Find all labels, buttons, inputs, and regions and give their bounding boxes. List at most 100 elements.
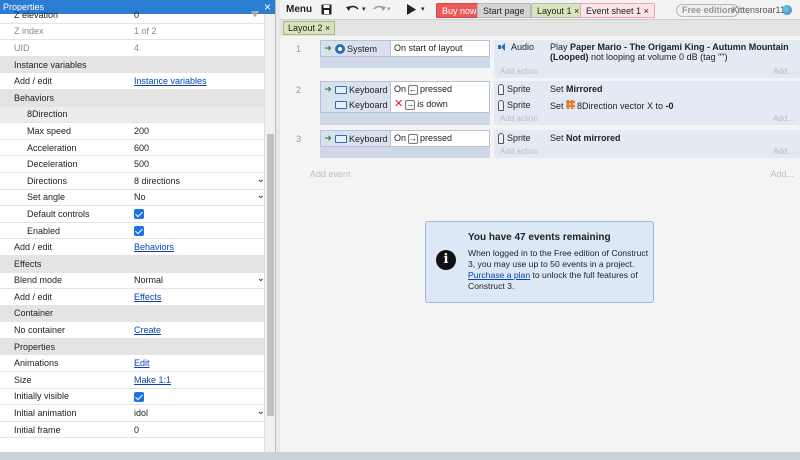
property-select[interactable]: No ⌄ bbox=[134, 190, 265, 202]
property-size[interactable]: Size Make 1:1 bbox=[0, 372, 265, 389]
action-row[interactable]: Audio Play Paper Mario - The Origami King… bbox=[494, 40, 800, 66]
property-value[interactable]: 4 bbox=[134, 43, 265, 53]
add-action-link[interactable]: Add action Add... bbox=[494, 113, 800, 125]
property-directions[interactable]: Directions 8 directions ⌄ bbox=[0, 173, 265, 190]
property-value[interactable]: 600 bbox=[134, 143, 265, 153]
tab-start-page[interactable]: Start page bbox=[477, 3, 531, 18]
property-select[interactable]: Normal ⌄ bbox=[134, 273, 265, 285]
property-checkbox[interactable] bbox=[134, 391, 144, 402]
play-dropdown-icon[interactable]: ▾ bbox=[421, 0, 425, 20]
property-value[interactable] bbox=[134, 391, 265, 402]
avatar[interactable] bbox=[782, 0, 792, 20]
action-row[interactable]: Sprite Set 8Direction vector X to -0 bbox=[494, 97, 800, 113]
add-event-link[interactable]: Add event bbox=[310, 169, 351, 179]
property-animations[interactable]: Animations Edit bbox=[0, 355, 265, 373]
property-deceleration[interactable]: Deceleration 500 bbox=[0, 156, 265, 173]
property-value[interactable]: Make 1:1 bbox=[134, 375, 265, 385]
property-value[interactable] bbox=[134, 209, 265, 220]
conditions[interactable]: ➜ Keyboard On → pressed bbox=[320, 130, 490, 147]
property-value[interactable]: 500 bbox=[134, 159, 265, 169]
section-instance-variables[interactable]: Instance variables bbox=[0, 11, 265, 74]
property-value[interactable]: 200 bbox=[134, 126, 265, 136]
add-action-link[interactable]: Add action Add... bbox=[494, 66, 800, 78]
property-select[interactable]: idol ⌄ bbox=[134, 406, 265, 418]
property-value[interactable]: 0 bbox=[134, 425, 265, 435]
actions[interactable]: Audio Play Paper Mario - The Origami King… bbox=[494, 40, 800, 78]
tab-event-sheet-1[interactable]: Event sheet 1 × bbox=[580, 3, 655, 18]
property-z-index[interactable]: Z index 1 of 2 bbox=[0, 24, 265, 41]
property-value[interactable] bbox=[134, 225, 265, 236]
property-add-edit[interactable]: Add / edit Behaviors bbox=[0, 239, 265, 256]
close-icon[interactable]: × bbox=[644, 6, 649, 16]
free-edition-badge[interactable]: Free edition bbox=[676, 4, 740, 17]
add-action-short[interactable]: Add... bbox=[773, 146, 794, 158]
property-value[interactable]: Behaviors bbox=[134, 242, 265, 252]
section-effects[interactable]: Effects bbox=[0, 11, 265, 273]
redo-dropdown-icon[interactable]: ▾ bbox=[387, 0, 391, 20]
property-default-controls[interactable]: Default controls bbox=[0, 206, 265, 223]
property-initial-animation[interactable]: Initial animation idol ⌄ bbox=[0, 405, 265, 422]
close-icon[interactable]: × bbox=[325, 23, 330, 33]
property-link[interactable]: Instance variables bbox=[134, 76, 207, 86]
undo-dropdown-icon[interactable]: ▾ bbox=[362, 0, 366, 20]
property-link[interactable]: Edit bbox=[134, 358, 150, 368]
section-behaviors[interactable]: Behaviors bbox=[0, 11, 265, 107]
add-event-short[interactable]: Add... bbox=[770, 169, 794, 179]
property-initially-visible[interactable]: Initially visible bbox=[0, 389, 265, 406]
add-action-link[interactable]: Add action Add... bbox=[494, 146, 800, 158]
section-8direction[interactable]: 8Direction bbox=[0, 11, 265, 124]
save-icon[interactable] bbox=[321, 0, 332, 20]
event-block[interactable]: 1 ➜ System On start of layout Audio Play Pape… bbox=[280, 40, 800, 78]
property-value[interactable]: Effects bbox=[134, 292, 265, 302]
section-container[interactable]: Container bbox=[0, 11, 265, 323]
property-enabled[interactable]: Enabled bbox=[0, 223, 265, 240]
add-action-short[interactable]: Add... bbox=[773, 66, 794, 78]
property-checkbox[interactable] bbox=[134, 225, 144, 236]
property-initial-frame[interactable]: Initial frame 0 bbox=[0, 422, 265, 439]
property-add-edit[interactable]: Add / edit Instance variables bbox=[0, 73, 265, 90]
property-set-angle[interactable]: Set angle No ⌄ bbox=[0, 190, 265, 207]
tab-layout-1[interactable]: Layout 1 × bbox=[531, 3, 586, 18]
section-properties[interactable]: Properties bbox=[0, 11, 265, 356]
property-link[interactable]: Effects bbox=[134, 292, 161, 302]
event-block[interactable]: 2 ➜ Keyboard On ← pressed Keyboard ✕ → is down Spr… bbox=[280, 81, 800, 125]
property-value[interactable]: Edit bbox=[134, 358, 265, 368]
purchase-plan-link[interactable]: Purchase a plan bbox=[468, 270, 530, 280]
property-blend-mode[interactable]: Blend mode Normal ⌄ bbox=[0, 273, 265, 290]
condition-row[interactable]: ➜ System On start of layout bbox=[321, 41, 489, 56]
property-max-speed[interactable]: Max speed 200 bbox=[0, 123, 265, 140]
property-checkbox[interactable] bbox=[134, 209, 144, 220]
tab-layout-2[interactable]: Layout 2 × bbox=[283, 21, 336, 35]
collapse-triangle-icon[interactable] bbox=[251, 11, 259, 17]
redo-icon[interactable] bbox=[372, 0, 386, 20]
action-row[interactable]: Sprite Set Not mirrored bbox=[494, 130, 800, 146]
property-value[interactable]: 1 of 2 bbox=[134, 26, 265, 36]
username[interactable]: Kittensroar11 bbox=[732, 0, 785, 20]
property-uid[interactable]: UID 4 bbox=[0, 40, 265, 57]
conditions[interactable]: ➜ System On start of layout bbox=[320, 40, 490, 57]
condition-row[interactable]: ➜ Keyboard On → pressed bbox=[321, 131, 489, 146]
property-value[interactable]: 0 bbox=[134, 10, 265, 20]
properties-scrollbar[interactable] bbox=[264, 14, 275, 452]
menu-button[interactable]: Menu bbox=[286, 0, 312, 20]
property-add-edit[interactable]: Add / edit Effects bbox=[0, 289, 265, 306]
play-icon[interactable] bbox=[407, 0, 416, 20]
event-block[interactable]: 3 ➜ Keyboard On → pressed Sprite Set Not mirror… bbox=[280, 130, 800, 158]
condition-row[interactable]: Keyboard ✕ → is down bbox=[321, 97, 489, 112]
property-link[interactable]: Create bbox=[134, 325, 161, 335]
conditions[interactable]: ➜ Keyboard On ← pressed Keyboard ✕ → is down bbox=[320, 81, 490, 113]
property-no-container[interactable]: No container Create bbox=[0, 322, 265, 339]
property-value[interactable]: Create bbox=[134, 325, 265, 335]
action-row[interactable]: Sprite Set Mirrored bbox=[494, 81, 800, 97]
scrollbar-thumb[interactable] bbox=[267, 134, 274, 416]
property-value[interactable]: Instance variables bbox=[134, 76, 265, 86]
add-action-short[interactable]: Add... bbox=[773, 113, 794, 125]
condition-row[interactable]: ➜ Keyboard On ← pressed bbox=[321, 82, 489, 97]
close-icon[interactable]: × bbox=[264, 0, 271, 14]
actions[interactable]: Sprite Set Mirrored Sprite Set 8Direction v… bbox=[494, 81, 800, 125]
close-icon[interactable]: × bbox=[574, 6, 579, 16]
property-z-elevation[interactable]: Z elevation 0 bbox=[0, 7, 265, 24]
property-link[interactable]: Behaviors bbox=[134, 242, 174, 252]
actions[interactable]: Sprite Set Not mirrored Add action Add... bbox=[494, 130, 800, 158]
undo-icon[interactable] bbox=[346, 0, 360, 20]
